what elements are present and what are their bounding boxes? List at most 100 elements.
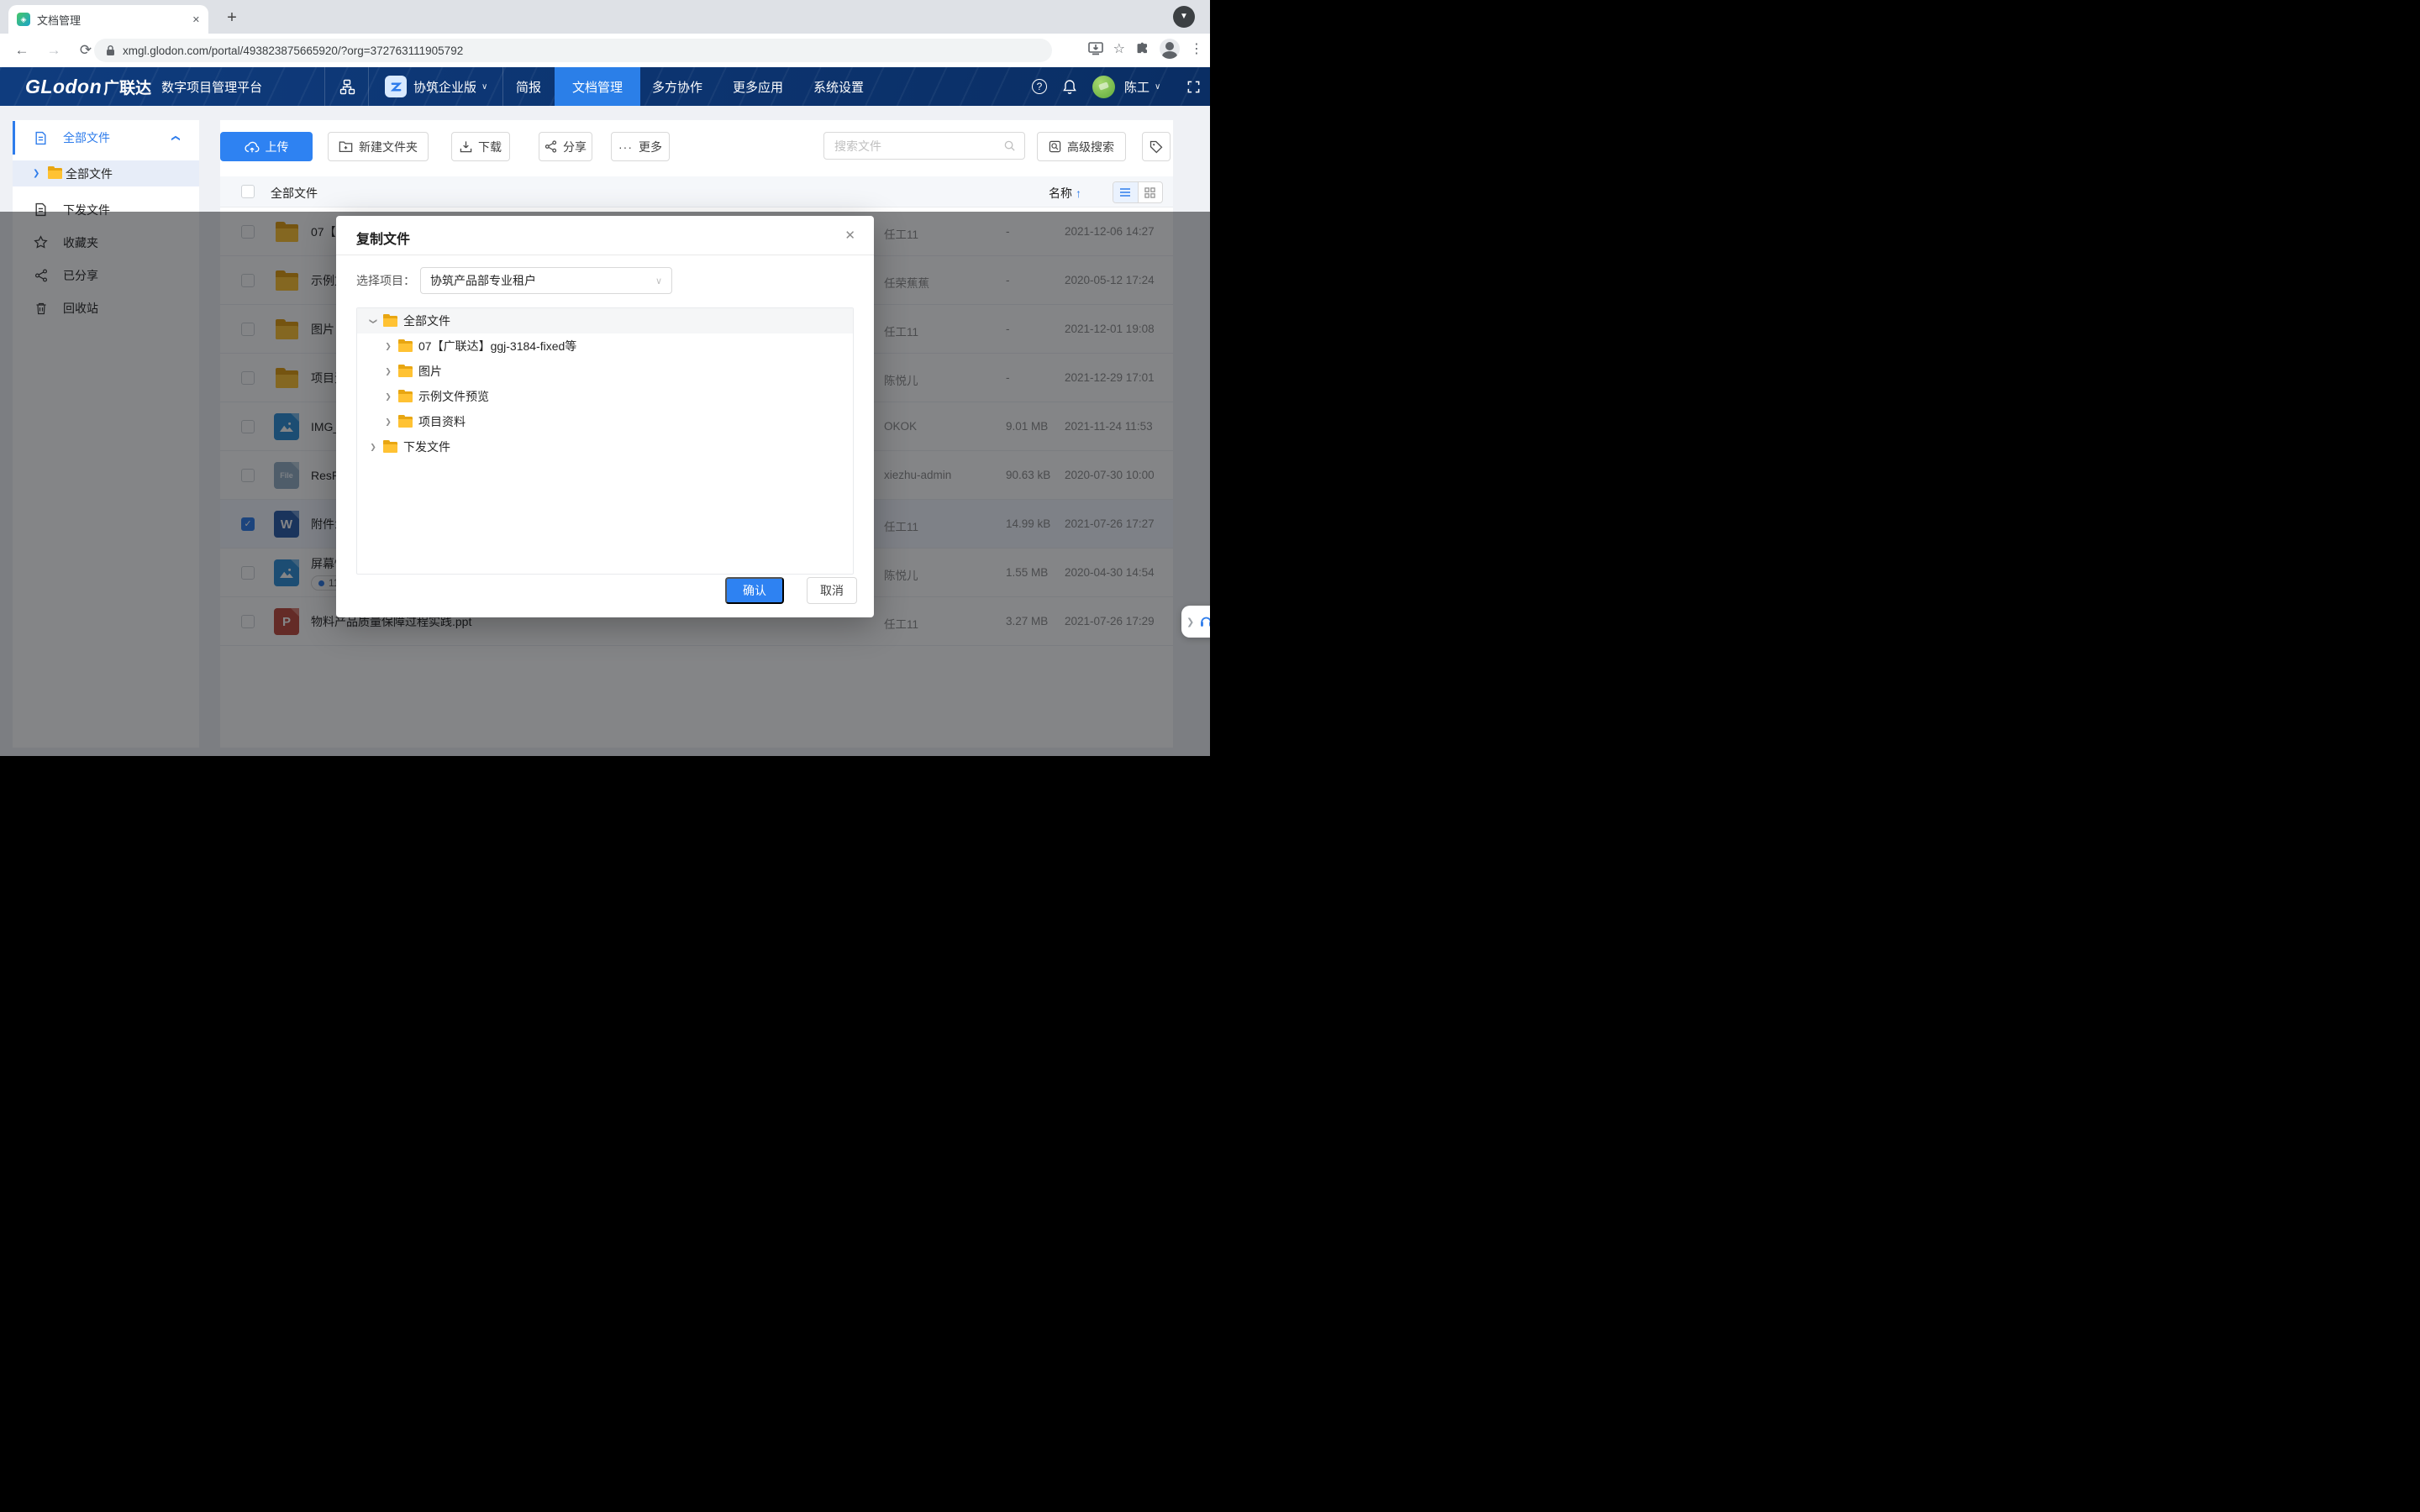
chevron-expanded-icon[interactable]: ❯ <box>369 317 378 325</box>
share-icon <box>544 140 557 153</box>
document-icon <box>34 131 48 145</box>
sort-arrow-up-icon: ↑ <box>1076 186 1081 200</box>
search-input[interactable] <box>833 139 1003 154</box>
project-select-value: 协筑产品部专业租户 <box>430 272 536 289</box>
list-view-button[interactable] <box>1113 182 1139 202</box>
lock-icon <box>106 45 115 56</box>
folder-icon <box>398 366 413 377</box>
new-tab-button[interactable]: + <box>220 7 244 30</box>
tree-node-label: 示例文件预览 <box>418 388 489 405</box>
user-name: 陈工 <box>1124 78 1150 96</box>
sort-by-name[interactable]: 名称↑ <box>1049 185 1081 202</box>
advanced-search-icon <box>1049 140 1061 153</box>
modal-title: 复制文件 <box>356 228 410 248</box>
tree-node[interactable]: ❯下发文件 <box>357 434 853 459</box>
notifications-bell-icon[interactable] <box>1062 67 1077 106</box>
select-project-label: 选择项目： <box>356 272 420 289</box>
more-button[interactable]: ··· 更多 <box>611 132 670 161</box>
tab-close-icon[interactable]: ✕ <box>192 14 200 25</box>
xiezhu-app-icon <box>385 76 407 97</box>
folder-icon <box>383 316 397 327</box>
fullscreen-icon[interactable] <box>1186 67 1201 106</box>
browser-actions: ☆ ⋮ <box>1088 39 1203 59</box>
support-widget[interactable]: ❯ <box>1181 606 1210 638</box>
modal-footer: 确认 取消 <box>336 577 874 604</box>
menu-item-documents[interactable]: 文档管理 <box>555 67 640 106</box>
sidebar-item-all-files[interactable]: 全部文件 ❯ <box>13 121 199 155</box>
menu-item-settings[interactable]: 系统设置 <box>813 67 864 106</box>
menu-item-collaboration[interactable]: 多方协作 <box>652 67 702 106</box>
org-structure-icon[interactable] <box>339 67 355 106</box>
chevron-right-icon[interactable]: ❯ <box>384 367 392 376</box>
bookmark-star-icon[interactable]: ☆ <box>1113 40 1125 57</box>
tree-node[interactable]: ❯项目资料 <box>357 409 853 434</box>
folder-icon <box>383 442 397 453</box>
logo-text-cn: 广联达 <box>103 76 151 98</box>
glodon-logo: GLodon 广联达 数字项目管理平台 <box>25 67 262 106</box>
chevron-right-icon: ❯ <box>1186 617 1194 627</box>
sidebar-tree-item-all-files[interactable]: ❯ 全部文件 <box>13 160 199 186</box>
tree-node[interactable]: ❯ 示例文件预览 <box>357 384 853 409</box>
reload-button[interactable]: ⟳ <box>76 42 96 59</box>
new-folder-icon <box>339 140 353 153</box>
ellipsis-icon: ··· <box>618 140 633 154</box>
tree-node[interactable]: ❯ 全部文件 <box>357 308 853 333</box>
app-header: GLodon 广联达 数字项目管理平台 协筑企业版 ∨ 简报 文档管理 多方协作… <box>0 67 1210 106</box>
tree-node[interactable]: ❯ 图片 <box>357 359 853 384</box>
project-select[interactable]: 协筑产品部专业租户 ∨ <box>420 267 672 294</box>
advanced-search-button[interactable]: 高级搜索 <box>1037 132 1126 161</box>
upload-button[interactable]: 上传 <box>220 132 313 161</box>
modal-header: 复制文件 ✕ <box>336 216 874 255</box>
app-switcher-label: 协筑企业版 <box>413 78 476 96</box>
tab-title: 文档管理 <box>37 12 186 28</box>
chevron-right-icon[interactable]: ❯ <box>384 342 392 351</box>
close-icon[interactable]: ✕ <box>844 228 855 243</box>
project-select-row: 选择项目： 协筑产品部专业租户 ∨ <box>356 267 672 294</box>
chevron-right-icon[interactable]: ❯ <box>369 443 377 452</box>
browser-tab[interactable]: ◈ 文档管理 ✕ <box>8 5 208 34</box>
share-button[interactable]: 分享 <box>539 132 592 161</box>
search-box[interactable] <box>823 132 1025 160</box>
user-menu[interactable]: 陈工 ∨ <box>1124 67 1160 106</box>
browser-menu-icon[interactable]: ⋮ <box>1190 40 1203 57</box>
confirm-button[interactable]: 确认 <box>725 577 784 604</box>
url-bar[interactable]: xmgl.glodon.com/portal/493823875665920/?… <box>94 39 1052 62</box>
folder-icon <box>398 391 413 402</box>
tree-node-label: 图片 <box>418 363 442 380</box>
tree-node[interactable]: ❯ 07【广联达】ggj-3184-fixed等 <box>357 333 853 359</box>
chevron-down-icon: ∨ <box>655 276 662 286</box>
menu-item-more-apps[interactable]: 更多应用 <box>733 67 783 106</box>
select-all-checkbox[interactable] <box>241 185 255 198</box>
chevron-right-icon[interactable]: ❯ <box>33 169 39 178</box>
chevron-up-icon: ❯ <box>171 134 180 141</box>
user-avatar[interactable] <box>1092 67 1115 106</box>
folder-tree: ❯ 全部文件 ❯ 07【广联达】ggj-3184-fixed等 ❯ 图片 ❯ 示例文件预览 ❯项… <box>356 307 854 575</box>
extensions-icon[interactable] <box>1135 42 1150 56</box>
url-text: xmgl.glodon.com/portal/493823875665920/?… <box>123 45 463 57</box>
platform-title: 数字项目管理平台 <box>161 78 262 96</box>
tags-button[interactable] <box>1142 132 1171 161</box>
tab-search-icon[interactable]: ▼ <box>1173 6 1195 28</box>
tree-node-label: 07【广联达】ggj-3184-fixed等 <box>418 338 576 354</box>
install-icon[interactable] <box>1088 42 1103 55</box>
search-icon <box>1003 139 1016 152</box>
copy-file-modal: 复制文件 ✕ 选择项目： 协筑产品部专业租户 ∨ ❯ 全部文件 ❯ 07【广联达】gg… <box>336 216 874 617</box>
tree-node-label: 全部文件 <box>403 312 450 329</box>
site-favicon-icon: ◈ <box>17 13 30 26</box>
help-icon[interactable]: ? <box>1032 67 1047 106</box>
chevron-right-icon[interactable]: ❯ <box>384 392 392 402</box>
chevron-down-icon: ∨ <box>481 82 487 92</box>
forward-button[interactable]: → <box>44 42 64 59</box>
back-button[interactable]: ← <box>12 42 32 59</box>
headset-icon <box>1198 614 1210 629</box>
app-switcher[interactable]: 协筑企业版 ∨ <box>385 67 487 106</box>
menu-item-briefing[interactable]: 简报 <box>516 67 541 106</box>
browser-profile-avatar[interactable] <box>1160 39 1180 59</box>
download-button[interactable]: 下载 <box>451 132 510 161</box>
chevron-right-icon[interactable]: ❯ <box>384 417 392 427</box>
new-folder-button[interactable]: 新建文件夹 <box>328 132 429 161</box>
grid-view-button[interactable] <box>1139 182 1163 202</box>
cancel-button[interactable]: 取消 <box>807 577 857 604</box>
folder-icon <box>48 168 62 179</box>
chevron-down-icon: ∨ <box>1155 82 1160 92</box>
